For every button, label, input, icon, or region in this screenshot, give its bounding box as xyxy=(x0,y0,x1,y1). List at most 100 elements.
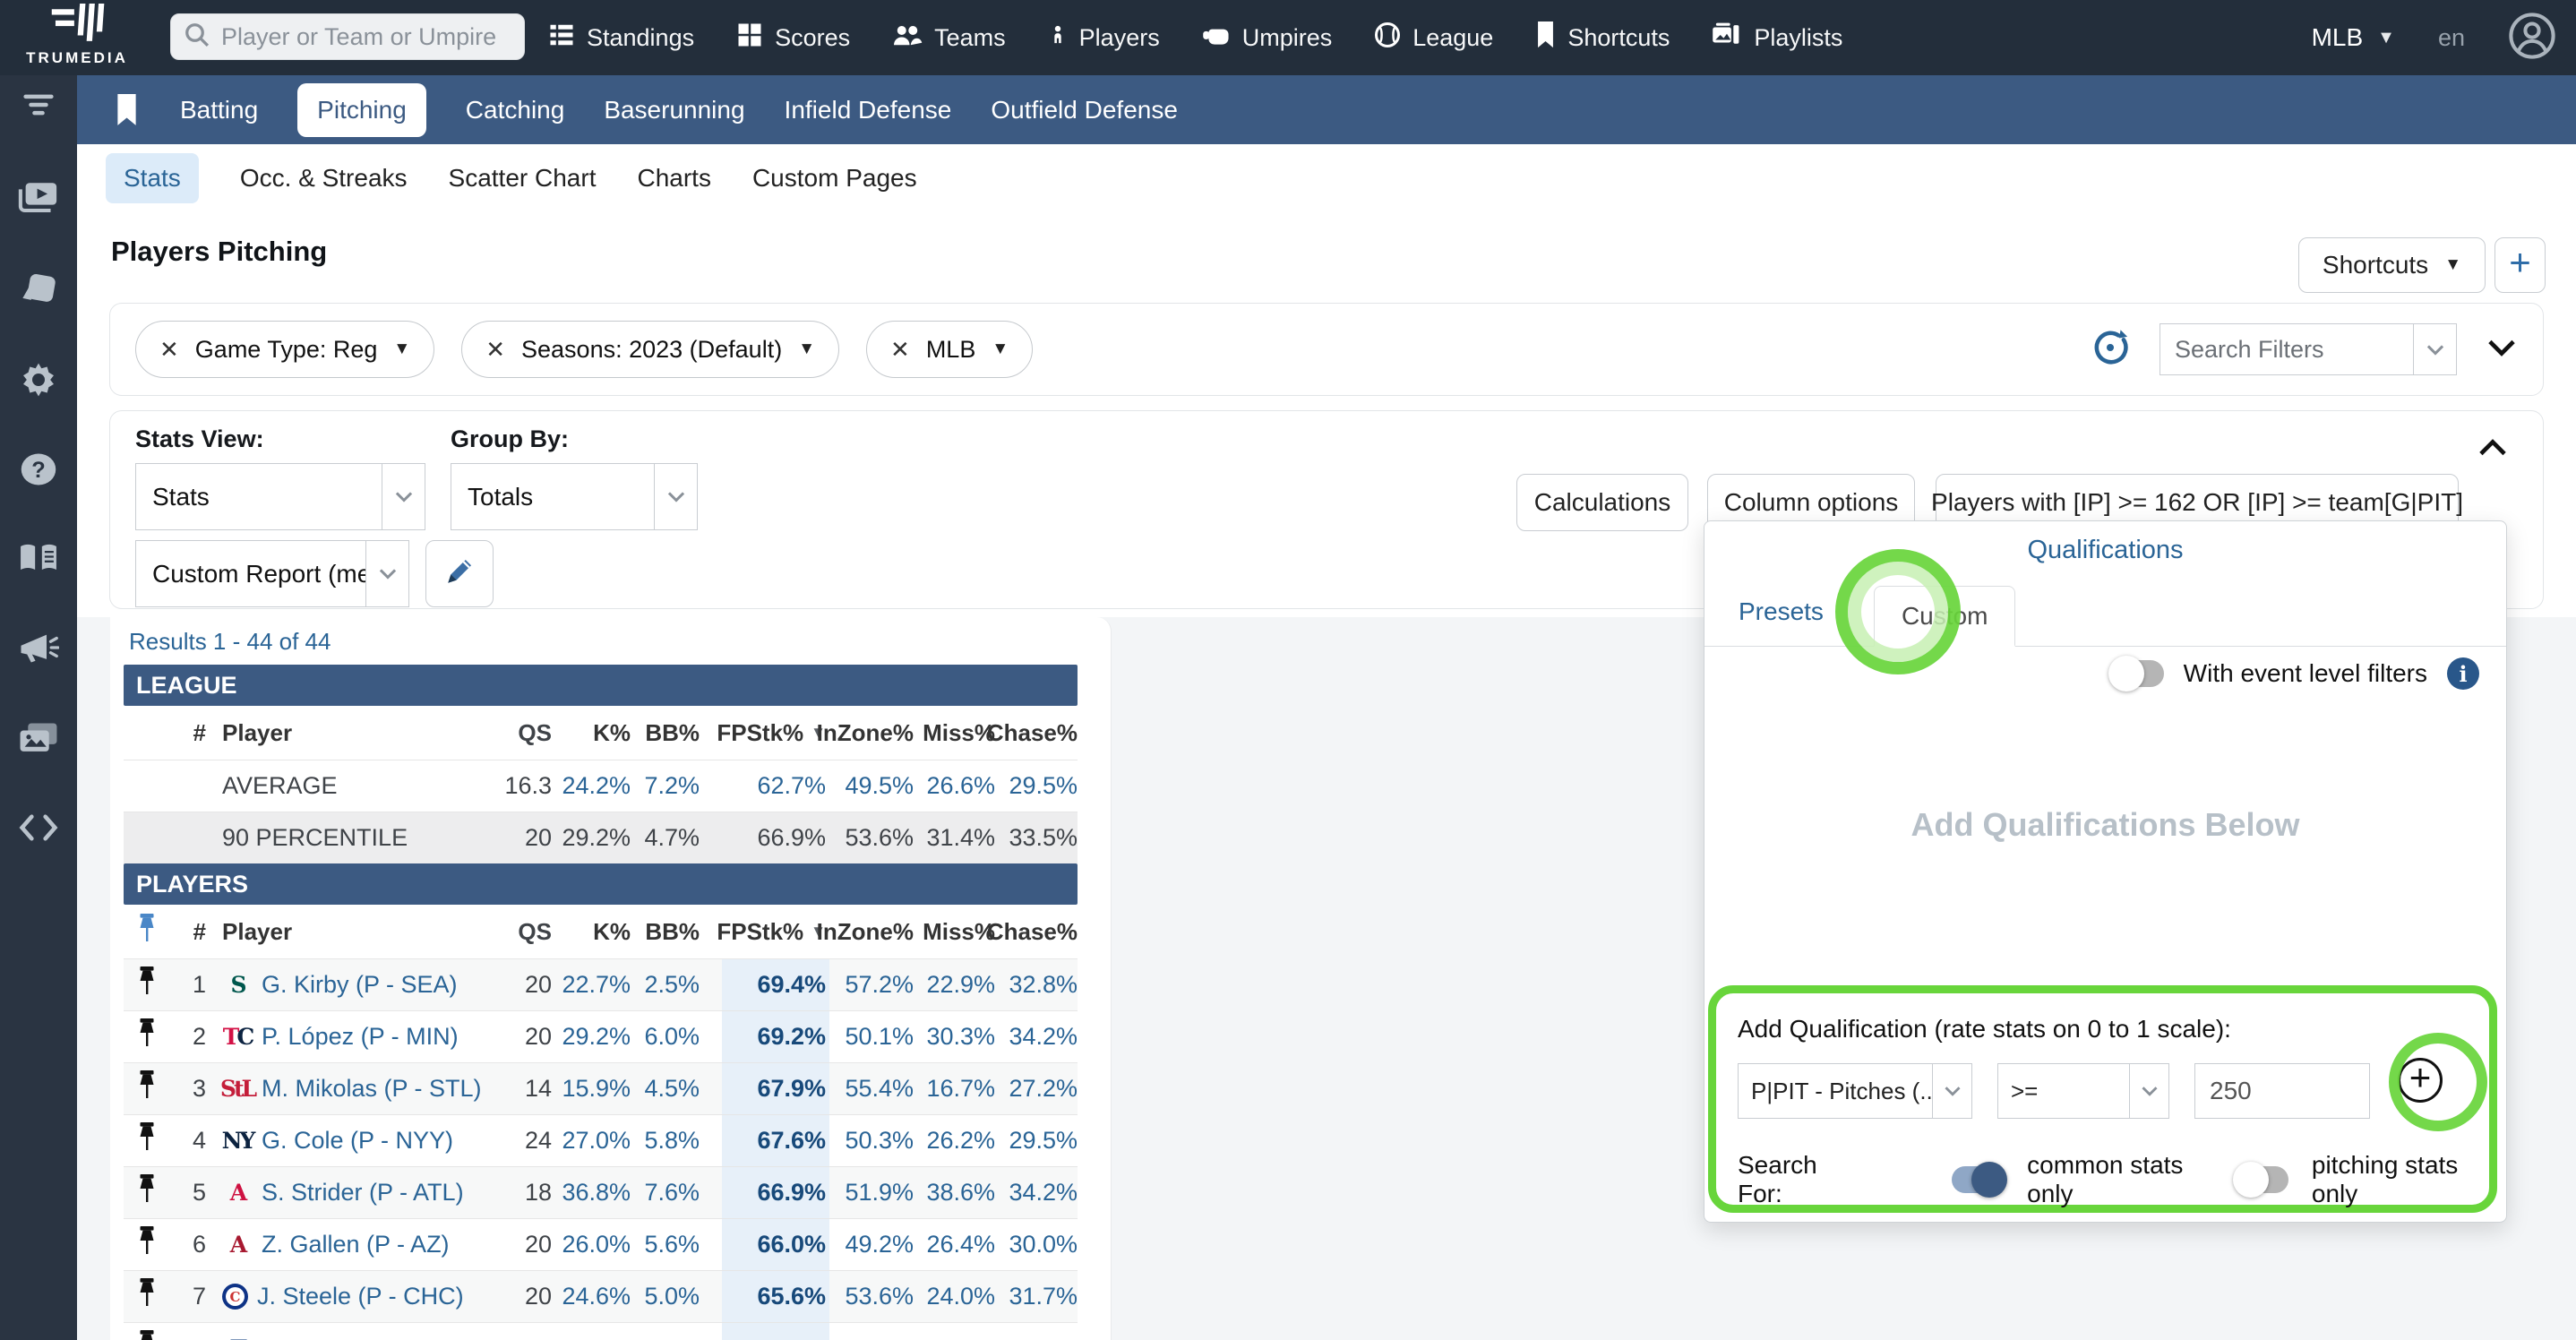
pin-cell[interactable] xyxy=(124,1219,170,1270)
stat-value[interactable]: 50.1% xyxy=(829,1011,914,1062)
stat-value[interactable]: 66.9% xyxy=(722,1167,829,1218)
stat-value[interactable]: 31.7% xyxy=(995,1271,1078,1322)
remove-filter-icon[interactable]: ✕ xyxy=(159,336,179,364)
pin-cell[interactable] xyxy=(124,1167,170,1218)
stat-value[interactable]: 67.6% xyxy=(722,1115,829,1166)
stat-value[interactable]: 26.6% xyxy=(914,760,995,812)
filter-chip-game-type-reg[interactable]: ✕ Game Type: Reg ▼ xyxy=(135,321,435,378)
calculations-button[interactable]: Calculations xyxy=(1516,474,1688,531)
filter-chip-seasons-2023-default[interactable]: ✕ Seasons: 2023 (Default) ▼ xyxy=(461,321,840,378)
add-shortcut-button[interactable]: + xyxy=(2494,237,2546,293)
stat-value[interactable]: 66.0% xyxy=(722,1219,829,1270)
primary-tab-pitching[interactable]: Pitching xyxy=(297,82,426,137)
pin-cell[interactable] xyxy=(124,1323,170,1340)
player-name-link[interactable]: G. Cole (P - NYY) xyxy=(262,1127,453,1155)
stat-value[interactable]: 69.2% xyxy=(722,1011,829,1062)
threshold-input[interactable] xyxy=(2194,1063,2370,1119)
stat-value[interactable]: 24.6% xyxy=(552,1271,631,1322)
stat-value[interactable]: 34.2% xyxy=(995,1167,1078,1218)
pin-column-header[interactable] xyxy=(124,905,170,958)
stat-value[interactable]: 2.5% xyxy=(631,959,700,1010)
stat-value[interactable]: 49.5% xyxy=(829,760,914,812)
tab-presets[interactable]: Presets xyxy=(1739,597,1824,626)
column-header-player[interactable]: Player xyxy=(206,905,493,958)
player-name-link[interactable]: Z. Gallen (P - AZ) xyxy=(262,1231,450,1258)
column-header-k[interactable]: K% xyxy=(552,706,631,760)
stat-value[interactable]: 26.4% xyxy=(914,1219,995,1270)
sidebar-item-video-playlist[interactable] xyxy=(0,180,77,219)
primary-tab-catching[interactable]: Catching xyxy=(466,96,565,125)
column-header-fpstk[interactable]: FPStk% ▼ xyxy=(717,905,829,958)
topnav-item-scores[interactable]: Scores xyxy=(736,21,850,55)
sidebar-item-code[interactable] xyxy=(0,812,77,847)
edit-report-button[interactable] xyxy=(425,540,494,607)
stat-value[interactable]: 22.7% xyxy=(552,959,631,1010)
global-search[interactable] xyxy=(170,13,525,60)
view-tab-scatter-chart[interactable]: Scatter Chart xyxy=(449,164,597,193)
avatar-icon[interactable] xyxy=(2508,12,2556,64)
stat-value[interactable]: 29.5% xyxy=(995,1115,1078,1166)
pin-cell[interactable] xyxy=(124,1271,170,1322)
stat-value[interactable]: 29.2% xyxy=(552,1011,631,1062)
shortcuts-button[interactable]: Shortcuts ▼ xyxy=(2297,237,2486,293)
stat-value[interactable]: 32.8% xyxy=(995,959,1078,1010)
pitching-stats-only-toggle[interactable] xyxy=(2232,1162,2288,1198)
stat-value[interactable]: 5.8% xyxy=(631,1115,700,1166)
view-tab-occ-streaks[interactable]: Occ. & Streaks xyxy=(240,164,408,193)
column-header-qs[interactable]: QS xyxy=(493,905,552,958)
tab-custom[interactable]: Custom xyxy=(1873,586,2016,647)
stat-value[interactable]: 26.2% xyxy=(914,1115,995,1166)
stat-value[interactable]: 29.5% xyxy=(995,760,1078,812)
operator-select[interactable]: >= xyxy=(1997,1063,2169,1119)
language-selector[interactable]: en xyxy=(2438,24,2465,52)
stat-value[interactable]: 4.5% xyxy=(631,1063,700,1114)
primary-tab-batting[interactable]: Batting xyxy=(180,96,258,125)
topnav-item-shortcuts[interactable]: Shortcuts xyxy=(1535,21,1670,55)
add-qualification-plus-icon[interactable]: + xyxy=(2398,1056,2443,1103)
stat-value[interactable]: 26.0% xyxy=(552,1219,631,1270)
league-selector[interactable]: MLB ▼ xyxy=(2312,23,2395,52)
stat-value[interactable]: 30.0% xyxy=(995,1219,1078,1270)
remove-filter-icon[interactable]: ✕ xyxy=(890,336,910,364)
stats-view-select[interactable]: Stats xyxy=(135,463,425,530)
sidebar-item-cards[interactable] xyxy=(0,271,77,310)
column-header-chase[interactable]: Chase% xyxy=(987,706,1078,760)
stat-value[interactable]: 6.0% xyxy=(631,1011,700,1062)
primary-tab-outfield-defense[interactable]: Outfield Defense xyxy=(991,96,1178,125)
stat-value[interactable]: 69.4% xyxy=(722,959,829,1010)
player-name-link[interactable]: S. Strider (P - ATL) xyxy=(262,1179,464,1207)
column-header-bb[interactable]: BB% xyxy=(631,905,700,958)
stat-value[interactable]: 51.9% xyxy=(829,1167,914,1218)
player-name-link[interactable]: M. Mikolas (P - STL) xyxy=(262,1075,482,1103)
collapse-panel-chevron-icon[interactable] xyxy=(2478,438,2507,462)
view-tab-charts[interactable]: Charts xyxy=(637,164,710,193)
stat-value[interactable]: 15.9% xyxy=(552,1063,631,1114)
search-input[interactable] xyxy=(221,22,511,51)
bookmark-icon[interactable] xyxy=(115,93,139,126)
stat-value[interactable]: 62.7% xyxy=(722,760,829,812)
sidebar-item-filter[interactable] xyxy=(0,90,77,125)
column-header-k[interactable]: K% xyxy=(552,905,631,958)
sidebar-item-megaphone[interactable] xyxy=(0,631,77,668)
primary-tab-baserunning[interactable]: Baserunning xyxy=(604,96,744,125)
column-header-rank[interactable]: # xyxy=(170,905,206,958)
sidebar-item-book[interactable] xyxy=(0,541,77,580)
view-tab-custom-pages[interactable]: Custom Pages xyxy=(752,164,917,193)
stat-value[interactable]: 5.6% xyxy=(631,1219,700,1270)
event-level-filters-toggle[interactable] xyxy=(2108,656,2164,691)
column-header-inzone[interactable]: InZone% xyxy=(817,706,914,760)
column-header-miss[interactable]: Miss% xyxy=(914,706,995,760)
topnav-item-league[interactable]: League xyxy=(1374,21,1493,55)
report-select[interactable]: Custom Report (me) xyxy=(135,540,409,607)
sidebar-item-help[interactable]: ? xyxy=(0,451,77,493)
topnav-item-playlists[interactable]: Playlists xyxy=(1712,21,1842,55)
stat-value[interactable]: 27.2% xyxy=(995,1063,1078,1114)
stat-value[interactable]: 24.0% xyxy=(914,1271,995,1322)
view-tab-stats[interactable]: Stats xyxy=(106,153,199,203)
brand-logo[interactable]: TRUMEDIA xyxy=(5,2,149,67)
stat-value[interactable]: 27.0% xyxy=(552,1115,631,1166)
stat-value[interactable]: 55.4% xyxy=(829,1063,914,1114)
stat-value[interactable]: 34.2% xyxy=(995,1011,1078,1062)
history-icon[interactable] xyxy=(2091,329,2129,371)
column-header-player[interactable]: Player xyxy=(206,706,493,760)
